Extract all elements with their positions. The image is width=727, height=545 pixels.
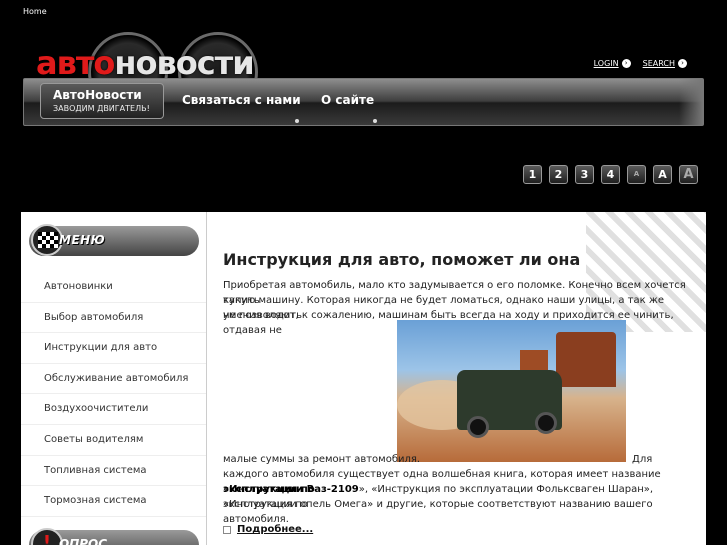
site-logo[interactable]: автоновости	[28, 30, 298, 112]
sidebar-item-brake-system[interactable]: Тормозная система	[21, 486, 206, 517]
nav-home-title: АвтоНовости	[53, 88, 142, 102]
image-wheel	[535, 412, 557, 434]
article-image-suv	[397, 320, 626, 462]
navbar-edge	[679, 79, 703, 125]
article-title: Инструкция для авто, поможет ли она	[223, 250, 581, 269]
logo-part-auto: авто	[36, 44, 115, 82]
sidebar-item-car-choice[interactable]: Выбор автомобиля	[21, 303, 206, 334]
layout-3-button[interactable]: 3	[575, 165, 594, 184]
layout-4-button[interactable]: 4	[601, 165, 620, 184]
sidebar-menu: Автоновинки Выбор автомобиля Инструкции …	[21, 272, 206, 517]
font-large-button[interactable]: A	[679, 165, 698, 184]
sidebar-item-new-cars[interactable]: Автоновинки	[21, 272, 206, 303]
login-label: LOGIN	[593, 59, 619, 68]
login-link[interactable]: LOGIN ›	[594, 59, 631, 68]
logo-text: автоновости	[36, 44, 255, 82]
image-rock	[556, 332, 616, 387]
breadcrumb-home[interactable]: Home	[23, 7, 47, 16]
top-links: LOGIN › SEARCH ›	[594, 59, 687, 68]
sidebar-item-instructions[interactable]: Инструкции для авто	[21, 333, 206, 364]
sidebar-item-maintenance[interactable]: Обслуживание автомобиля	[21, 364, 206, 395]
menu-header: МЕНЮ	[29, 224, 199, 256]
nav-divider-dot	[295, 119, 299, 123]
layout-2-button[interactable]: 2	[549, 165, 568, 184]
arrow-right-icon: ›	[621, 59, 631, 68]
read-more-link[interactable]: Подробнее...	[223, 524, 313, 535]
nav-item-contact[interactable]: Связаться с нами	[182, 93, 301, 107]
image-wheel	[467, 416, 489, 438]
font-medium-button[interactable]: A	[653, 165, 672, 184]
article-bold: эксплуатации Ваз-2109	[223, 484, 359, 495]
read-more-label: Подробнее...	[237, 524, 314, 535]
nav-item-home[interactable]: АвтоНовости ЗАВОДИМ ДВИГАТЕЛЬ!	[40, 83, 164, 119]
content-area: МЕНЮ Автоновинки Выбор автомобиля Инстру…	[21, 212, 706, 545]
font-small-button[interactable]: A	[627, 165, 646, 184]
sidebar: МЕНЮ Автоновинки Выбор автомобиля Инстру…	[21, 212, 207, 545]
article-line: Для	[632, 454, 653, 465]
sidebar-item-fuel-system[interactable]: Топливная система	[21, 456, 206, 487]
sidebar-item-air-filters[interactable]: Воздухоочистители	[21, 394, 206, 425]
sidebar-item-driver-tips[interactable]: Советы водителям	[21, 425, 206, 456]
main-navbar: АвтоНовости ЗАВОДИМ ДВИГАТЕЛЬ! Связаться…	[23, 78, 704, 126]
article-line: малые суммы за ремонт автомобиля.	[223, 454, 421, 465]
search-label: SEARCH	[642, 59, 675, 68]
article-line: эксплуатации опель Омега» и другие, кото…	[223, 499, 653, 525]
layout-1-button[interactable]: 1	[523, 165, 542, 184]
poll-header: ! ОПРОС	[29, 528, 199, 545]
nav-home-subtitle: ЗАВОДИМ ДВИГАТЕЛЬ!	[53, 104, 150, 113]
search-link[interactable]: SEARCH ›	[643, 59, 687, 68]
view-toolbar: 1 2 3 4 A A A	[523, 165, 698, 184]
poll-title: ОПРОС	[59, 537, 108, 545]
arrow-right-icon: ›	[678, 59, 687, 68]
menu-title: МЕНЮ	[59, 233, 106, 247]
bullet-icon	[223, 525, 231, 534]
nav-item-about[interactable]: О сайте	[321, 93, 374, 107]
logo-part-news: новости	[114, 44, 254, 82]
nav-divider-dot	[373, 119, 377, 123]
